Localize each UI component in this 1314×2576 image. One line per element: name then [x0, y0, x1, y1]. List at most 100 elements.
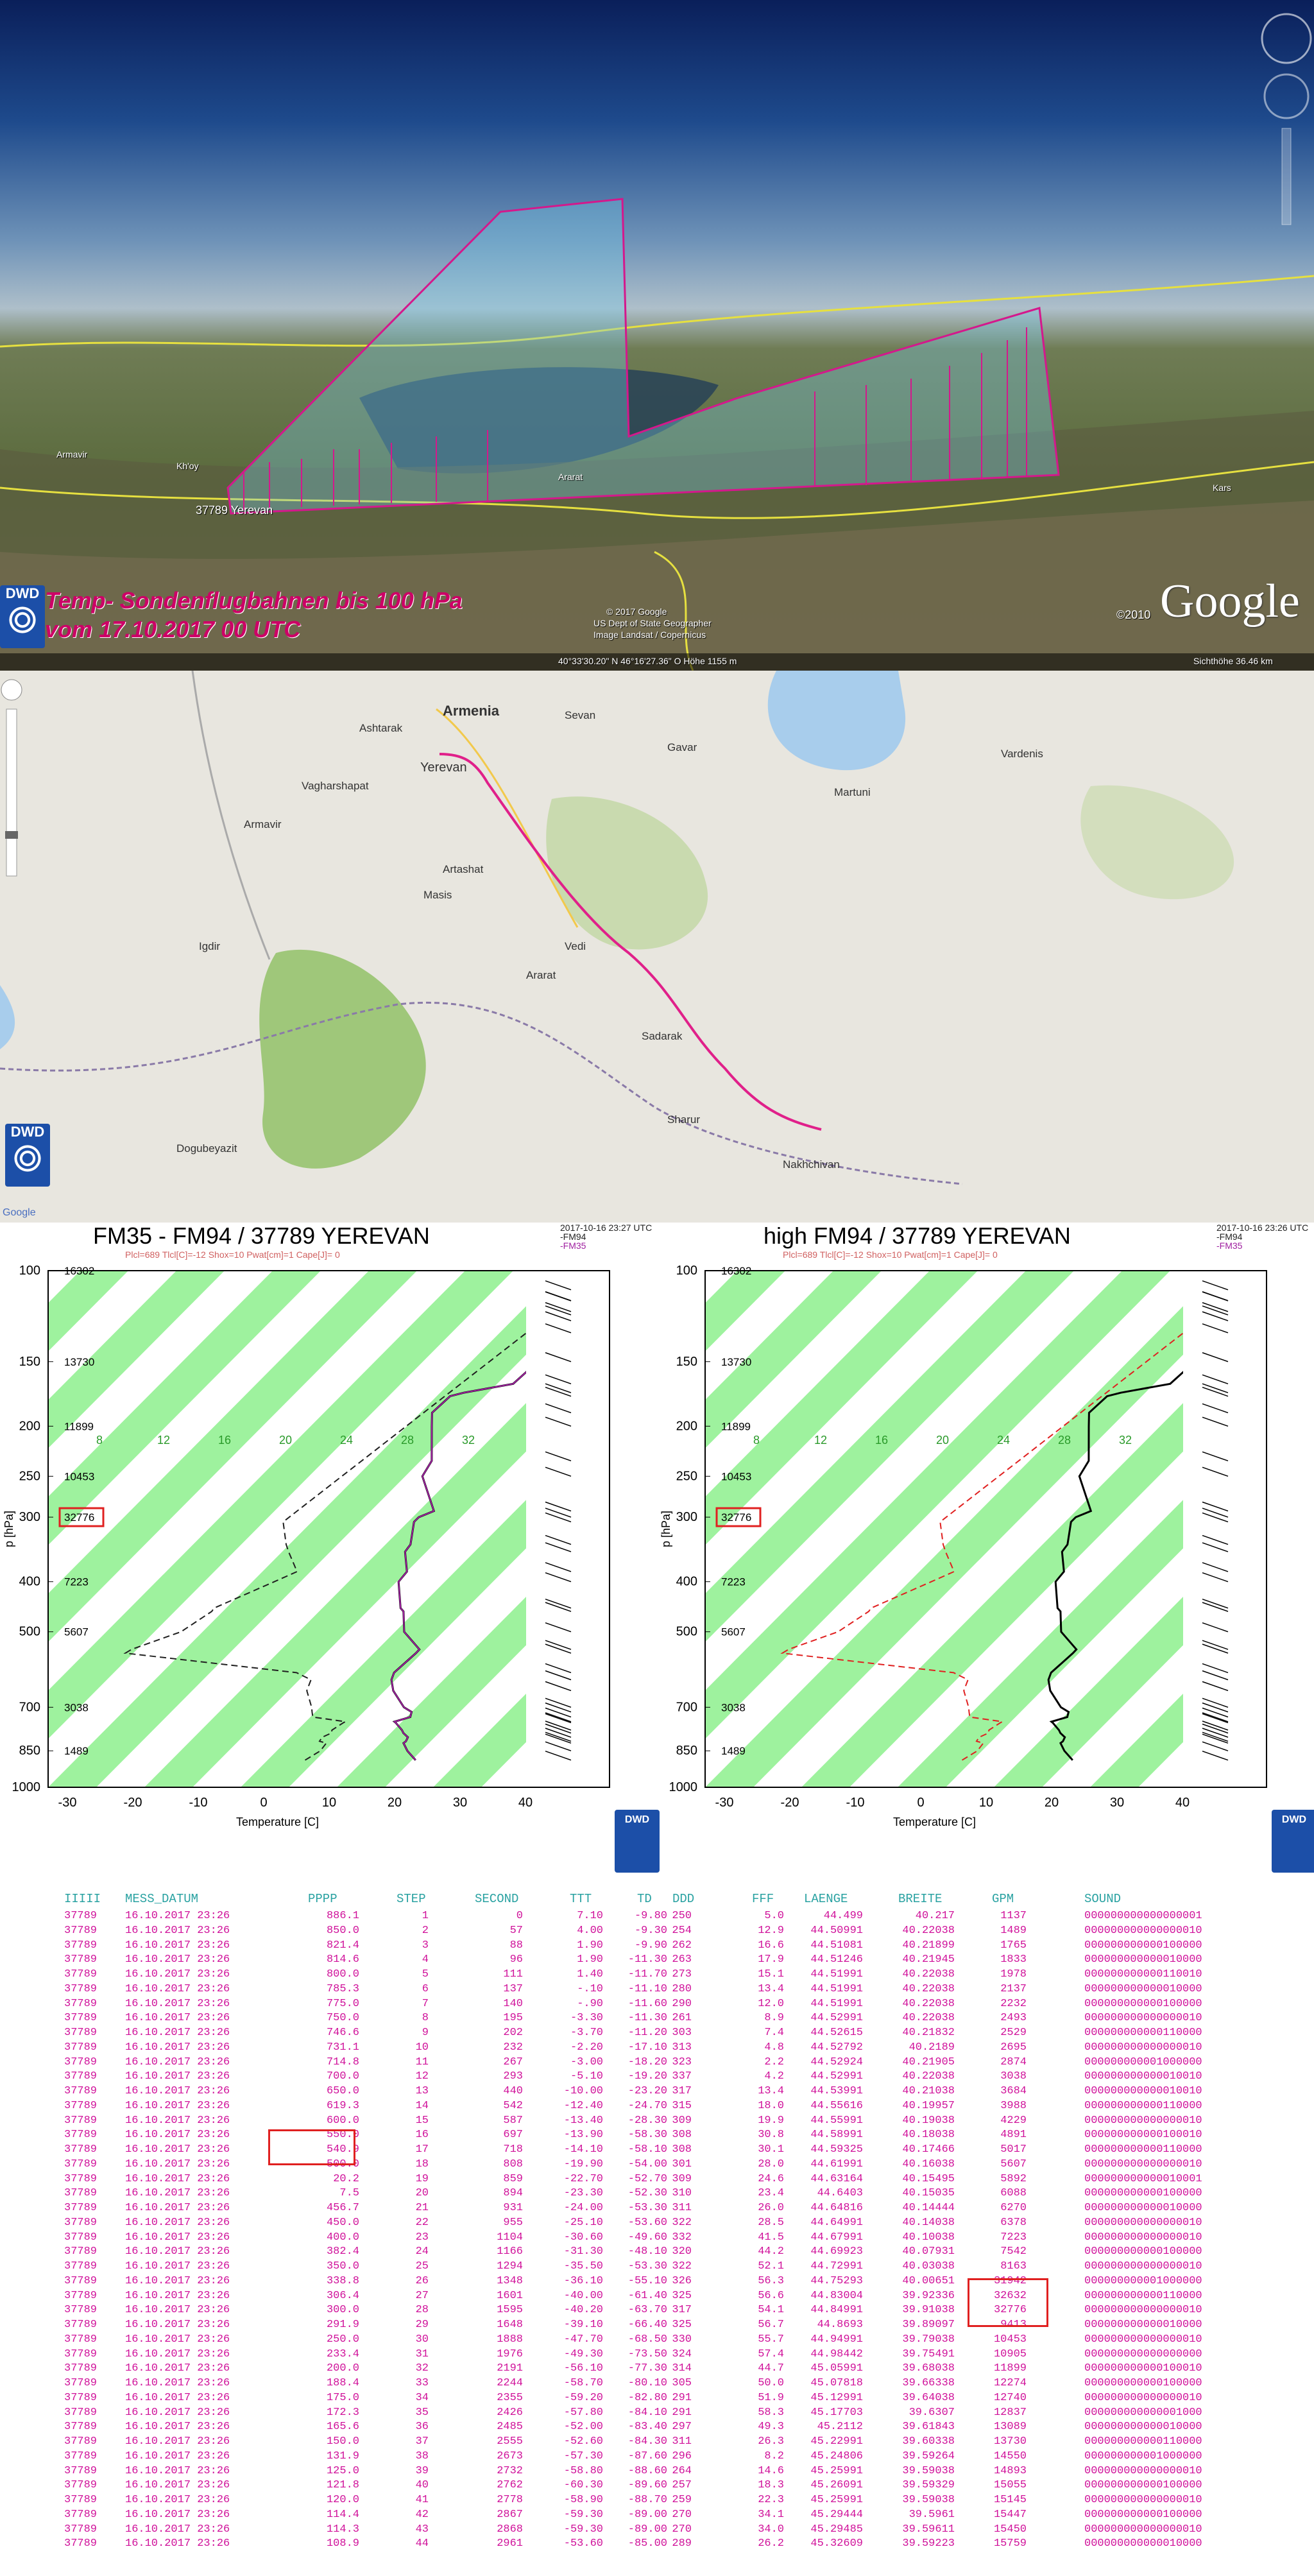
table-cell: 54.1	[758, 2304, 784, 2317]
table-cell: 40.07931	[902, 2245, 955, 2258]
t-tick-label: 10	[322, 1796, 336, 1810]
wind-barb	[545, 1572, 572, 1583]
table-cell: 44.67991	[810, 2231, 863, 2244]
table-cell: 16.10.2017 23:26	[125, 2129, 230, 2142]
table-cell: 131.9	[326, 2450, 359, 2462]
table-cell: 2244	[497, 2377, 523, 2389]
table-row: 37789 16.10.2017 23:26 714.8 11 267 -3.00 -18.…	[0, 2056, 1314, 2071]
p-tick-label: 1000	[669, 1780, 698, 1794]
table-cell: 40.15495	[902, 2172, 955, 2185]
table-cell: 2778	[497, 2494, 523, 2506]
table-cell: 26.2	[758, 2537, 784, 2550]
table-cell: 39.59264	[902, 2450, 955, 2462]
earth-3d-view[interactable]: 37789 Yerevan Armavir Kh'oy Ararat Kars …	[0, 0, 1314, 671]
col-header: IIIII	[64, 1892, 101, 1906]
table-cell: 6270	[1000, 2202, 1027, 2214]
table-cell: 320	[672, 2245, 692, 2258]
wind-barb	[1202, 1572, 1229, 1583]
wind-barb	[545, 1644, 572, 1654]
table-cell: 41.5	[758, 2231, 784, 2244]
table-cell: -58.10	[627, 2143, 667, 2156]
table-cell: 43	[415, 2523, 429, 2536]
table-cell: 37789	[64, 2362, 98, 2375]
table-cell: 16.10.2017 23:26	[125, 2537, 230, 2550]
table-cell: -89.60	[627, 2479, 667, 2492]
table-cell: -87.60	[627, 2450, 667, 2462]
table-cell: -49.60	[627, 2231, 667, 2244]
table-cell: 6	[422, 1982, 429, 1995]
table-cell: 1166	[497, 2245, 523, 2258]
table-cell: 37789	[64, 1997, 98, 2010]
navigation-controls[interactable]	[1261, 13, 1312, 225]
table-cell: 40.22038	[902, 1968, 955, 1980]
table-cell: 1601	[497, 2289, 523, 2302]
table-cell: -60.30	[563, 2479, 603, 2492]
table-row: 37789 16.10.2017 23:26 121.8 40 2762 -60.30 -8…	[0, 2479, 1314, 2494]
table-cell: 44.52991	[810, 2070, 863, 2083]
table-cell: 697	[503, 2129, 523, 2142]
table-cell: 000000000000000000	[1084, 2348, 1202, 2360]
table-cell: 15759	[993, 2537, 1027, 2550]
table-cell: 2137	[1000, 1982, 1027, 1995]
city-label: Sevan	[565, 709, 596, 721]
table-cell: 15450	[993, 2523, 1027, 2536]
table-cell: 382.4	[326, 2245, 359, 2258]
table-cell: 2555	[497, 2435, 523, 2448]
table-cell: 800.0	[326, 1968, 359, 1980]
earth-scene	[0, 13, 1314, 671]
table-cell: 317	[672, 2085, 692, 2097]
gpm-label: 5607	[64, 1626, 89, 1638]
table-cell: -55.10	[627, 2274, 667, 2287]
table-cell: 5607	[1000, 2158, 1027, 2170]
wind-barb	[1202, 1644, 1229, 1654]
table-cell: 40.03038	[902, 2260, 955, 2272]
table-cell: 22.3	[758, 2494, 784, 2506]
table-cell: 000000000000000010	[1084, 2464, 1202, 2477]
table-cell: 17.9	[758, 1953, 784, 1966]
table-cell: 13730	[993, 2435, 1027, 2448]
table-cell: 16.10.2017 23:26	[125, 2114, 230, 2127]
wind-barb	[545, 1280, 572, 1291]
table-cell: 5892	[1000, 2172, 1027, 2185]
overlay-title-line1: Temp- Sondenflugbahnen bis 100 hPa	[45, 587, 463, 614]
table-cell: 37789	[64, 2289, 98, 2302]
table-cell: 37789	[64, 2056, 98, 2068]
table-cell: 4.2	[764, 2070, 784, 2083]
table-cell: 718	[503, 2143, 523, 2156]
table-cell: 2867	[497, 2508, 523, 2521]
table-cell: 2426	[497, 2406, 523, 2419]
table-cell: 37789	[64, 2158, 98, 2170]
table-cell: 000000000000010000	[1084, 2319, 1202, 2331]
table-cell: 37789	[64, 1982, 98, 1995]
table-cell: -89.00	[627, 2508, 667, 2521]
zoom-control[interactable]	[1, 679, 22, 877]
table-cell: 44.98442	[810, 2348, 863, 2360]
map-canvas	[0, 671, 1234, 1185]
table-cell: 325	[672, 2289, 692, 2302]
table-cell: 40.22038	[902, 2012, 955, 2025]
city-label: Dogubeyazit	[176, 1142, 237, 1155]
table-cell: -40.00	[563, 2289, 603, 2302]
table-cell: 37789	[64, 2435, 98, 2448]
table-cell: 37789	[64, 2070, 98, 2083]
table-cell: 16.10.2017 23:26	[125, 2319, 230, 2331]
t-tick-label: -20	[124, 1796, 142, 1810]
table-cell: 3	[422, 1939, 429, 1952]
table-cell: 000000000000010000	[1084, 1982, 1202, 1995]
table-cell: 37789	[64, 1924, 98, 1937]
map-2d-view[interactable]: Armenia Yerevan Sevan Martuni Vardenis A…	[0, 671, 1314, 1223]
table-cell: 326	[672, 2274, 692, 2287]
p-tick-label: 400	[676, 1575, 697, 1589]
gpm-label: 3038	[64, 1701, 89, 1713]
table-cell: 16.10.2017 23:26	[125, 1924, 230, 1937]
table-cell: 17	[415, 2143, 429, 2156]
table-cell: 37789	[64, 2494, 98, 2506]
table-cell: 775.0	[326, 1997, 359, 2010]
city-label: Sharur	[667, 1113, 701, 1126]
table-cell: 16.10.2017 23:26	[125, 1982, 230, 1995]
t-tick-label: 10	[979, 1796, 993, 1810]
table-row: 37789 16.10.2017 23:26 886.1 1 0 7.10 -9.80 250…	[0, 1910, 1314, 1925]
table-cell: 314	[672, 2362, 692, 2375]
p-tick-label: 200	[676, 1419, 697, 1433]
table-cell: 10453	[993, 2333, 1027, 2346]
